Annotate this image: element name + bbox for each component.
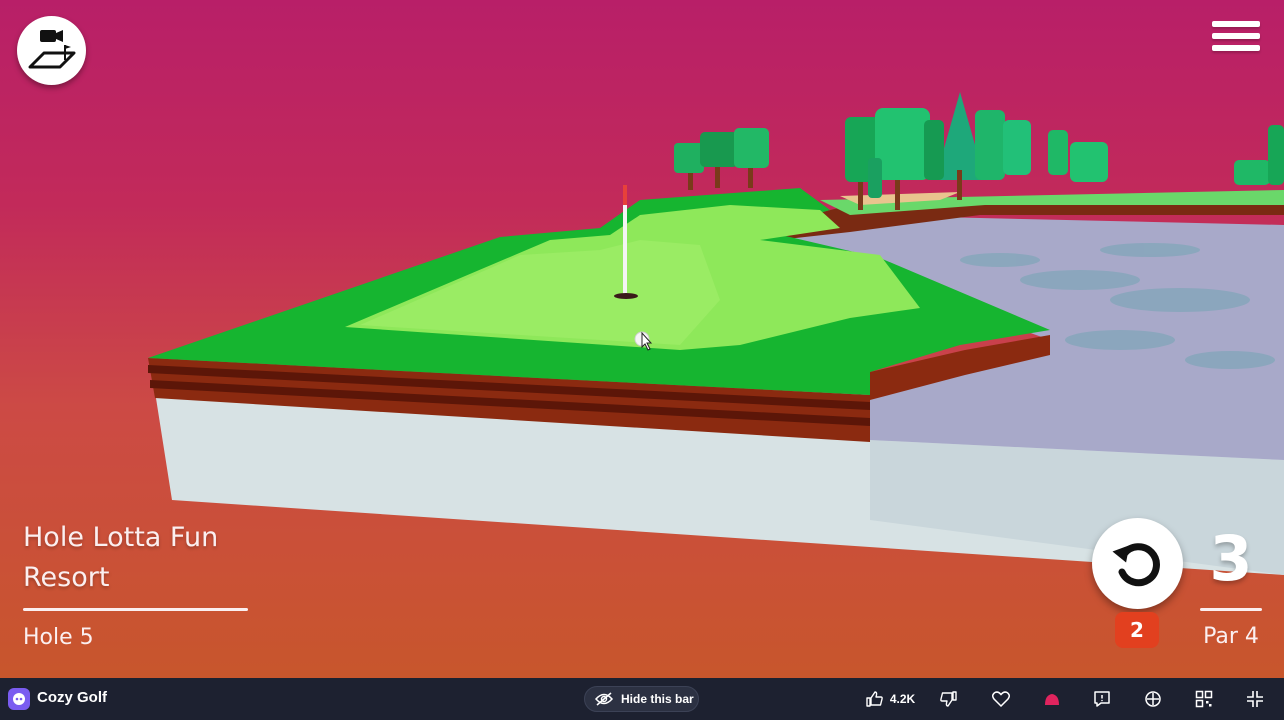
hide-bar-button[interactable]: Hide this bar bbox=[584, 686, 699, 712]
cozy-button[interactable] bbox=[1040, 685, 1064, 713]
camera-view-icon bbox=[28, 29, 75, 68]
menu-button[interactable] bbox=[1212, 21, 1260, 63]
feedback-button[interactable] bbox=[1090, 685, 1114, 713]
thumbs-up-icon bbox=[866, 691, 883, 707]
app-logo bbox=[8, 688, 30, 710]
thumbs-down-icon bbox=[940, 691, 957, 707]
heart-icon bbox=[992, 691, 1010, 707]
exit-fullscreen-button[interactable] bbox=[1243, 685, 1267, 713]
hole-number: Hole 5 bbox=[23, 625, 94, 650]
camera-view-button[interactable] bbox=[17, 16, 86, 85]
like-count: 4.2K bbox=[889, 692, 916, 706]
gamepad-icon bbox=[1145, 691, 1161, 707]
golf-hole bbox=[614, 293, 638, 299]
dislike-button[interactable] bbox=[937, 685, 961, 713]
bottom-bar: Cozy Golf Hide this bar 4.2K bbox=[0, 678, 1284, 720]
like-button[interactable]: 4.2K bbox=[862, 685, 918, 713]
reset-button[interactable] bbox=[1092, 518, 1183, 609]
qr-code-button[interactable] bbox=[1192, 685, 1216, 713]
hide-bar-label: Hide this bar bbox=[621, 692, 694, 706]
stroke-count: 3 bbox=[1209, 522, 1253, 595]
hamburger-menu-icon bbox=[1212, 21, 1260, 27]
comment-icon bbox=[1094, 691, 1110, 707]
cozy-blob-icon bbox=[1045, 694, 1059, 705]
par-divider bbox=[1200, 608, 1262, 611]
course-name: Hole Lotta Fun Resort bbox=[23, 522, 219, 593]
qr-code-icon bbox=[1195, 690, 1213, 708]
eye-off-icon bbox=[595, 692, 613, 706]
par-label: Par 4 bbox=[1203, 624, 1259, 649]
reset-arrow-icon bbox=[1111, 542, 1160, 586]
app-logo-icon bbox=[13, 693, 25, 705]
game-viewport[interactable]: Hole Lotta Fun Resort Hole 5 2 3 Par 4 bbox=[0, 0, 1284, 678]
shots-badge: 2 bbox=[1115, 612, 1159, 648]
app-name: Cozy Golf bbox=[37, 689, 107, 706]
collapse-icon bbox=[1247, 691, 1263, 707]
favorite-button[interactable] bbox=[989, 685, 1013, 713]
controls-button[interactable] bbox=[1141, 685, 1165, 713]
course-divider bbox=[23, 608, 248, 611]
